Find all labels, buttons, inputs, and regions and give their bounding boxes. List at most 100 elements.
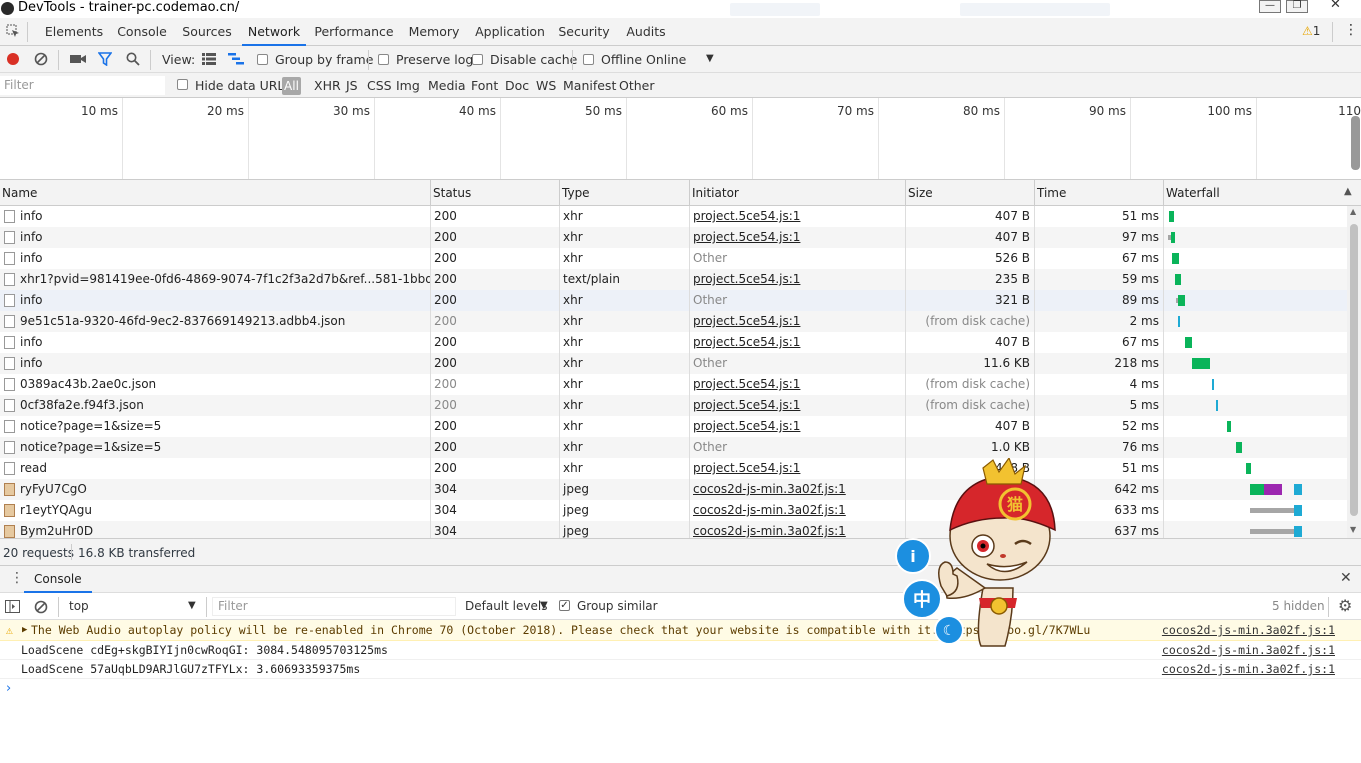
table-scroll-thumb[interactable] bbox=[1350, 224, 1358, 516]
expand-arrow-icon[interactable]: ▶ bbox=[22, 620, 27, 641]
table-row[interactable]: read200xhrproject.5ce54.js:1408 B51 ms bbox=[0, 458, 1347, 479]
filter-type-css[interactable]: CSS bbox=[367, 78, 392, 93]
record-icon[interactable] bbox=[7, 53, 19, 65]
scroll-down-icon[interactable]: ▼ bbox=[1350, 525, 1356, 534]
initiator-link[interactable]: project.5ce54.js:1 bbox=[693, 461, 800, 475]
table-row[interactable]: 0389ac43b.2ae0c.json 200 xhr project.5ce54.… bbox=[0, 374, 1347, 395]
table-row[interactable]: Bym2uHr0D 304 jpeg cocos2d-js-min.3a02f.js:… bbox=[0, 521, 1347, 538]
sort-ascending-icon[interactable]: ▲ bbox=[1344, 186, 1352, 197]
group-by-frame-checkbox[interactable] bbox=[257, 54, 268, 65]
initiator-link[interactable]: project.5ce54.js:1 bbox=[693, 377, 800, 391]
capture-screenshots-icon[interactable] bbox=[70, 53, 86, 65]
filter-type-all[interactable]: All bbox=[282, 77, 301, 95]
tab-application[interactable]: Application bbox=[472, 18, 548, 46]
filter-type-font[interactable]: Font bbox=[471, 78, 498, 93]
initiator-link[interactable]: cocos2d-js-min.3a02f.js:1 bbox=[693, 482, 846, 496]
table-row[interactable]: info 200 xhr Other 321 B 89 ms bbox=[0, 290, 1347, 311]
initiator-link[interactable]: project.5ce54.js:1 bbox=[693, 230, 800, 244]
chinese-input-bubble-icon[interactable]: 中 bbox=[902, 579, 942, 619]
mascot-overlay[interactable]: i 中 ☾ 猫 bbox=[895, 458, 1065, 653]
chevron-down-icon[interactable]: ▼ bbox=[540, 600, 548, 611]
column-status-header[interactable]: Status bbox=[431, 180, 560, 206]
inspect-element-icon[interactable] bbox=[6, 24, 20, 38]
table-row[interactable]: 9e51c51a-9320-46fd-9ec2-837669149213.adb… bbox=[0, 311, 1347, 332]
tab-security[interactable]: Security bbox=[556, 18, 612, 46]
tab-sources[interactable]: Sources bbox=[178, 18, 236, 46]
search-icon[interactable] bbox=[126, 52, 140, 66]
tab-audits[interactable]: Audits bbox=[620, 18, 672, 46]
table-scrollbar[interactable]: ▲ ▼ bbox=[1347, 206, 1361, 538]
filter-type-other[interactable]: Other bbox=[619, 78, 655, 93]
moon-bubble-icon[interactable]: ☾ bbox=[934, 615, 964, 645]
initiator-link[interactable]: project.5ce54.js:1 bbox=[693, 314, 800, 328]
filter-type-doc[interactable]: Doc bbox=[505, 78, 529, 93]
table-row[interactable]: info 200 xhr project.5ce54.js:1 407 B 51 ms bbox=[0, 206, 1347, 227]
filter-icon[interactable] bbox=[98, 52, 112, 66]
initiator-link[interactable]: project.5ce54.js:1 bbox=[693, 335, 800, 349]
table-row[interactable]: ryFyU7CgO 304 jpeg cocos2d-js-min.3a02f.js:… bbox=[0, 479, 1347, 500]
tab-elements[interactable]: Elements bbox=[40, 18, 108, 46]
message-source-link[interactable]: cocos2d-js-min.3a02f.js:1 bbox=[1162, 620, 1335, 641]
table-row[interactable]: notice?page=1&size=5 200 xhr Other 1.0 KB 76 … bbox=[0, 437, 1347, 458]
log-levels-select[interactable]: Default levels bbox=[465, 599, 547, 613]
filter-type-ws[interactable]: WS bbox=[536, 78, 556, 93]
column-name-header[interactable]: Name bbox=[0, 180, 431, 206]
console-log-message[interactable]: LoadScene 57aUqbLD9ARJlGU7zTFYLx: 3.6069… bbox=[0, 660, 1361, 679]
column-type-header[interactable]: Type bbox=[560, 180, 690, 206]
restore-button[interactable]: ❐ bbox=[1286, 0, 1308, 13]
column-waterfall-header[interactable]: Waterfall bbox=[1164, 180, 1347, 206]
close-window-button[interactable]: ✕ bbox=[1313, 0, 1358, 13]
initiator-link[interactable]: cocos2d-js-min.3a02f.js:1 bbox=[693, 524, 846, 538]
console-log-message[interactable]: LoadScene cdEg+skgBIYIjn0cwRoqGI: 3084.5… bbox=[0, 641, 1361, 660]
drawer-menu-icon[interactable]: ⋮ bbox=[10, 570, 24, 586]
initiator-link[interactable]: cocos2d-js-min.3a02f.js:1 bbox=[693, 503, 846, 517]
table-row[interactable]: r1eytYQAgu 304 jpeg cocos2d-js-min.3a02f.js… bbox=[0, 500, 1347, 521]
tab-performance[interactable]: Performance bbox=[312, 18, 396, 46]
info-bubble-icon[interactable]: i bbox=[895, 538, 931, 574]
clear-console-icon[interactable] bbox=[34, 600, 48, 614]
warning-counter[interactable]: ⚠1 bbox=[1302, 24, 1320, 38]
hide-data-urls-checkbox[interactable] bbox=[177, 79, 188, 90]
table-row[interactable]: notice?page=1&size=5 200 xhr project.5ce54.… bbox=[0, 416, 1347, 437]
message-source-link[interactable]: cocos2d-js-min.3a02f.js:1 bbox=[1162, 660, 1335, 679]
table-row[interactable]: info 200 xhr Other 11.6 KB 218 ms bbox=[0, 353, 1347, 374]
filter-type-js[interactable]: JS bbox=[346, 78, 358, 93]
filter-type-xhr[interactable]: XHR bbox=[314, 78, 341, 93]
sidebar-toggle-icon[interactable] bbox=[5, 600, 20, 613]
close-drawer-icon[interactable]: ✕ bbox=[1340, 570, 1352, 586]
chevron-down-icon[interactable]: ▼ bbox=[188, 600, 196, 611]
filter-type-media[interactable]: Media bbox=[428, 78, 466, 93]
console-prompt-icon[interactable]: › bbox=[6, 681, 11, 696]
context-select[interactable]: top bbox=[69, 599, 89, 613]
throttling-select[interactable]: Online bbox=[646, 52, 686, 67]
column-initiator-header[interactable]: Initiator bbox=[690, 180, 906, 206]
initiator-link[interactable]: project.5ce54.js:1 bbox=[693, 419, 800, 433]
filter-input[interactable]: Filter bbox=[0, 76, 165, 95]
tab-memory[interactable]: Memory bbox=[404, 18, 464, 46]
disable-cache-checkbox[interactable] bbox=[472, 54, 483, 65]
filter-type-img[interactable]: Img bbox=[396, 78, 420, 93]
table-row[interactable]: info 200 xhr project.5ce54.js:1 407 B 97 ms bbox=[0, 227, 1347, 248]
offline-checkbox[interactable] bbox=[583, 54, 594, 65]
group-similar-checkbox[interactable]: ✓ bbox=[559, 600, 570, 611]
message-source-link[interactable]: cocos2d-js-min.3a02f.js:1 bbox=[1162, 641, 1335, 660]
console-filter-input[interactable]: Filter bbox=[212, 597, 456, 616]
table-row[interactable]: 0cf38fa2e.f94f3.json 200 xhr project.5ce54.… bbox=[0, 395, 1347, 416]
table-row[interactable]: info 200 xhr Other 526 B 67 ms bbox=[0, 248, 1347, 269]
initiator-link[interactable]: project.5ce54.js:1 bbox=[693, 398, 800, 412]
minimize-button[interactable]: — bbox=[1259, 0, 1281, 13]
tab-network[interactable]: Network bbox=[242, 18, 306, 46]
console-warning-message[interactable]: ⚠ ▶ The Web Audio autoplay policy will b… bbox=[0, 620, 1361, 641]
waterfall-overview-icon[interactable] bbox=[228, 53, 244, 65]
large-rows-icon[interactable] bbox=[202, 53, 216, 65]
table-row[interactable]: xhr1?pvid=981419ee-0fd6-4869-9074-7f1c2f… bbox=[0, 269, 1347, 290]
column-size-header[interactable]: Size bbox=[906, 180, 1035, 206]
column-time-header[interactable]: Time bbox=[1035, 180, 1164, 206]
network-overview-timeline[interactable]: 10 ms 20 ms 30 ms 40 ms 50 ms 60 ms 70 ms 80 ms… bbox=[0, 98, 1361, 180]
chevron-down-icon[interactable]: ▼ bbox=[706, 53, 714, 64]
initiator-link[interactable]: project.5ce54.js:1 bbox=[693, 209, 800, 223]
settings-gear-icon[interactable]: ⚙ bbox=[1338, 596, 1352, 615]
overview-scroll-thumb[interactable] bbox=[1351, 116, 1360, 170]
tab-console[interactable]: Console bbox=[112, 18, 172, 46]
drawer-tab-console[interactable]: Console bbox=[24, 566, 92, 593]
